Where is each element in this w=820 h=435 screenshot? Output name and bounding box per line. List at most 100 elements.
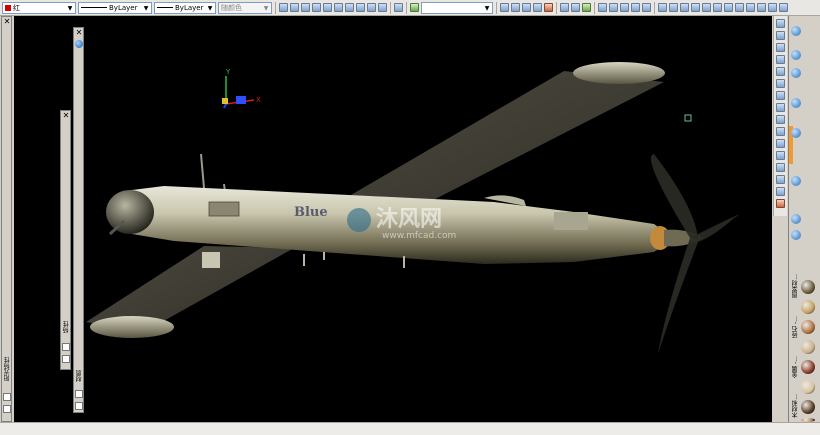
chevron-down-icon[interactable]: ▼ bbox=[206, 4, 214, 13]
tab-wood-materials[interactable]: 木材和... bbox=[791, 394, 799, 418]
propeller-blade bbox=[650, 154, 698, 238]
camera-icon[interactable] bbox=[394, 3, 403, 12]
lights-icon[interactable] bbox=[791, 98, 801, 108]
view-se-iso-icon[interactable] bbox=[356, 3, 365, 12]
array-icon[interactable] bbox=[776, 67, 785, 76]
tab-metal-materials[interactable]: 金属 -... bbox=[791, 356, 799, 378]
close-icon[interactable]: ✕ bbox=[62, 112, 70, 120]
materials-icon[interactable] bbox=[791, 128, 801, 138]
3d-make-icon[interactable] bbox=[791, 50, 801, 60]
extract-edges-icon[interactable] bbox=[768, 3, 777, 12]
chevron-down-icon[interactable]: ▼ bbox=[142, 4, 150, 13]
material-swatch[interactable] bbox=[801, 320, 815, 334]
presspull-icon[interactable] bbox=[609, 3, 618, 12]
palette-menu-icon[interactable] bbox=[3, 405, 11, 413]
sweep-icon[interactable] bbox=[631, 3, 640, 12]
imprint-icon[interactable] bbox=[713, 3, 722, 12]
material-swatch[interactable] bbox=[801, 280, 815, 294]
rotate-icon[interactable] bbox=[776, 91, 785, 100]
view-right-icon[interactable] bbox=[312, 3, 321, 12]
break-icon[interactable] bbox=[776, 151, 785, 160]
clean-icon[interactable] bbox=[757, 3, 766, 12]
plotstyle-dropdown[interactable]: 随颜色 ▼ bbox=[218, 1, 272, 14]
view-bottom-icon[interactable] bbox=[290, 3, 299, 12]
color-dropdown[interactable]: 红 ▼ bbox=[2, 1, 76, 14]
view-top-icon[interactable] bbox=[279, 3, 288, 12]
chevron-down-icon[interactable]: ▼ bbox=[66, 4, 74, 13]
intersect-icon[interactable] bbox=[680, 3, 689, 12]
chevron-down-icon[interactable]: ▼ bbox=[483, 4, 491, 13]
linetype-preview bbox=[81, 7, 107, 8]
material-swatch[interactable] bbox=[801, 400, 815, 414]
material-swatch[interactable] bbox=[801, 340, 815, 354]
lineweight-dropdown[interactable]: ByLayer ▼ bbox=[154, 1, 216, 14]
union-icon[interactable] bbox=[658, 3, 667, 12]
free-orbit-icon[interactable] bbox=[571, 3, 580, 12]
nose-cone bbox=[106, 190, 154, 234]
view-sw-iso-icon[interactable] bbox=[345, 3, 354, 12]
auto-hide-icon[interactable] bbox=[3, 393, 11, 401]
stretch-icon[interactable] bbox=[776, 115, 785, 124]
render-icon[interactable] bbox=[791, 176, 801, 186]
hidden-icon[interactable] bbox=[522, 3, 531, 12]
material-swatch[interactable] bbox=[801, 360, 815, 374]
explode-icon[interactable] bbox=[776, 199, 785, 208]
extrude-icon[interactable] bbox=[598, 3, 607, 12]
thicken-icon[interactable] bbox=[702, 3, 711, 12]
scale-icon[interactable] bbox=[776, 103, 785, 112]
slice-icon[interactable] bbox=[691, 3, 700, 12]
realistic-icon[interactable] bbox=[533, 3, 542, 12]
view-ne-iso-icon[interactable] bbox=[367, 3, 376, 12]
fillet-icon[interactable] bbox=[776, 187, 785, 196]
chevron-down-icon[interactable]: ▼ bbox=[262, 4, 270, 13]
shell-icon[interactable] bbox=[735, 3, 744, 12]
material-swatch[interactable] bbox=[801, 380, 815, 394]
separate-icon[interactable] bbox=[724, 3, 733, 12]
ucs-icon[interactable] bbox=[410, 3, 419, 12]
view-front-icon[interactable] bbox=[323, 3, 332, 12]
mirror-icon[interactable] bbox=[776, 43, 785, 52]
close-icon[interactable]: ✕ bbox=[75, 29, 83, 37]
modify-toolbar bbox=[773, 16, 787, 216]
auto-hide-icon[interactable] bbox=[75, 390, 83, 398]
join-icon[interactable] bbox=[776, 163, 785, 172]
conceptual-icon[interactable] bbox=[544, 3, 553, 12]
palette-menu-icon[interactable] bbox=[75, 402, 83, 410]
offset-icon[interactable] bbox=[776, 55, 785, 64]
linetype-dropdown[interactable]: ByLayer ▼ bbox=[78, 1, 152, 14]
auto-hide-icon[interactable] bbox=[62, 343, 70, 351]
close-icon[interactable]: ✕ bbox=[3, 18, 11, 26]
continuous-orbit-icon[interactable] bbox=[582, 3, 591, 12]
visual-style-icon[interactable] bbox=[791, 68, 801, 78]
view-dropdown[interactable]: ▼ bbox=[421, 1, 493, 14]
trim-icon[interactable] bbox=[776, 127, 785, 136]
camera-icon[interactable] bbox=[791, 230, 801, 240]
copy-icon[interactable] bbox=[776, 31, 785, 40]
palette-menu-icon[interactable] bbox=[62, 355, 70, 363]
extend-icon[interactable] bbox=[776, 139, 785, 148]
wireframe-2d-icon[interactable] bbox=[500, 3, 509, 12]
palette-title: 阳光特性 bbox=[4, 357, 11, 381]
loft-icon[interactable] bbox=[642, 3, 651, 12]
view-nw-iso-icon[interactable] bbox=[378, 3, 387, 12]
palette-title: 特性 bbox=[63, 321, 70, 333]
material-swatch[interactable] bbox=[801, 300, 815, 314]
erase-icon[interactable] bbox=[776, 19, 785, 28]
subtract-icon[interactable] bbox=[669, 3, 678, 12]
check-icon[interactable] bbox=[746, 3, 755, 12]
model-viewport[interactable]: Y X Blue 沐风网 www.mfcad.com bbox=[14, 16, 772, 422]
tab-masonry-materials[interactable]: 砖石 -... bbox=[791, 316, 799, 338]
wireframe-3d-icon[interactable] bbox=[511, 3, 520, 12]
ucs-y-label: Y bbox=[225, 68, 231, 76]
view-back-icon[interactable] bbox=[334, 3, 343, 12]
view-left-icon[interactable] bbox=[301, 3, 310, 12]
orbit-icon[interactable] bbox=[560, 3, 569, 12]
layer-icon[interactable] bbox=[791, 26, 801, 36]
tab-pattern-materials[interactable]: 图案材... bbox=[791, 274, 799, 298]
revolve-icon[interactable] bbox=[620, 3, 629, 12]
solid-edit-icon[interactable] bbox=[779, 3, 788, 12]
move-icon[interactable] bbox=[776, 79, 785, 88]
linetype-value: ByLayer bbox=[109, 3, 138, 12]
chamfer-icon[interactable] bbox=[776, 175, 785, 184]
navigation-icon[interactable] bbox=[791, 214, 801, 224]
